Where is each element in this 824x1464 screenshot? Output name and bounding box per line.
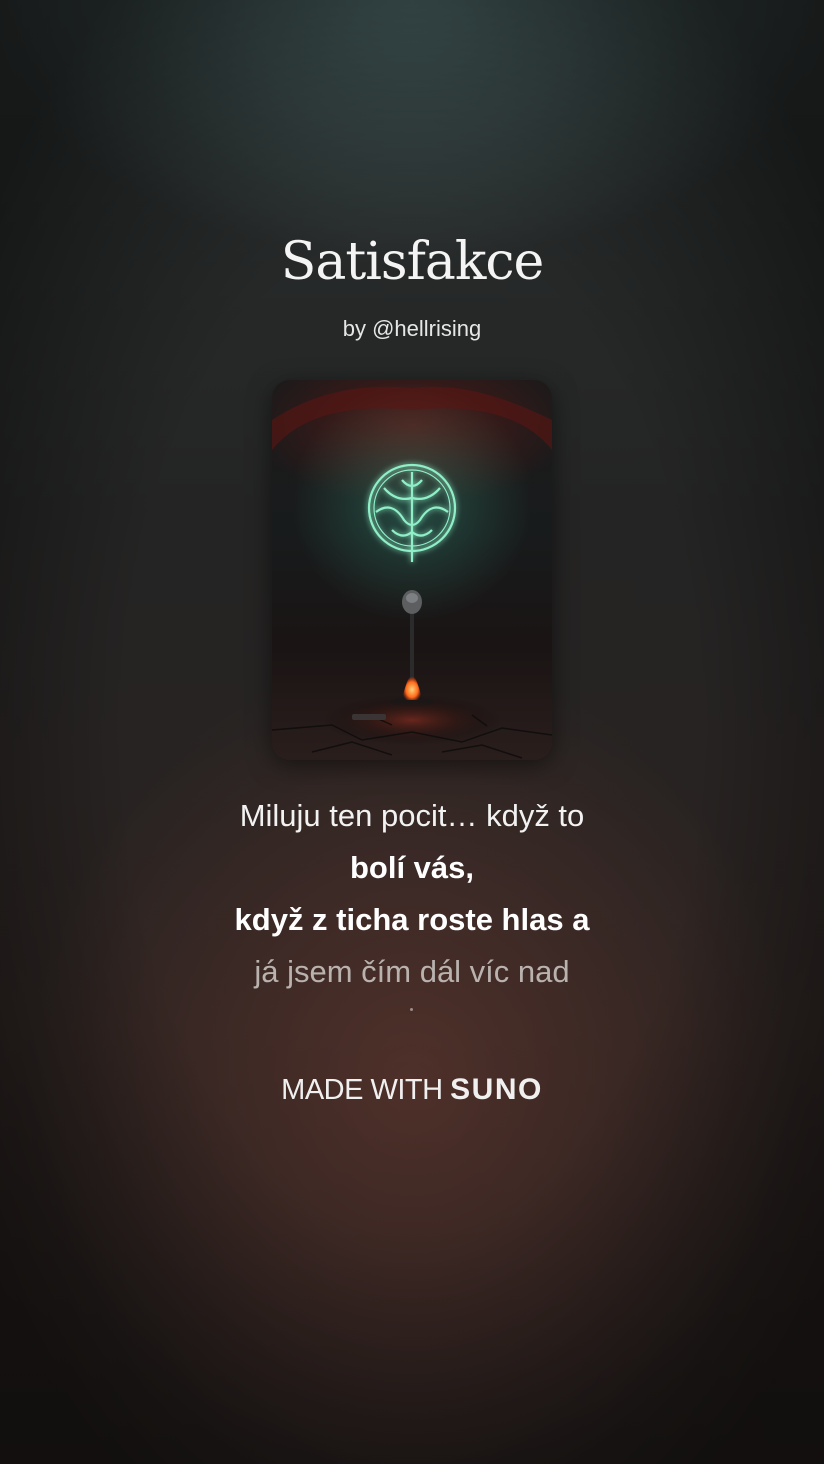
suno-logo: SUNO	[450, 1073, 543, 1106]
cover-illustration	[272, 386, 552, 759]
lyric-line-active: když z ticha roste hlas a	[234, 902, 590, 937]
lyric-line-upcoming: já jsem čím dál víc nad	[254, 954, 570, 989]
sigil-icon	[367, 463, 457, 562]
made-with-suno[interactable]: MADE WITH SUNO	[0, 1073, 824, 1107]
cover-artwork	[272, 380, 552, 760]
artist-byline[interactable]: by @hellrising	[0, 316, 824, 342]
made-with-label: MADE WITH	[281, 1074, 443, 1106]
lyric-line-active: bolí vás,	[349, 850, 475, 885]
progress-dot	[410, 1008, 413, 1011]
lyrics-panel: Miluju ten pocit… když to bolí vás, když…	[0, 790, 824, 998]
song-title: Satisfakce	[280, 232, 545, 292]
lyric-line: Miluju ten pocit… když to	[239, 798, 585, 833]
